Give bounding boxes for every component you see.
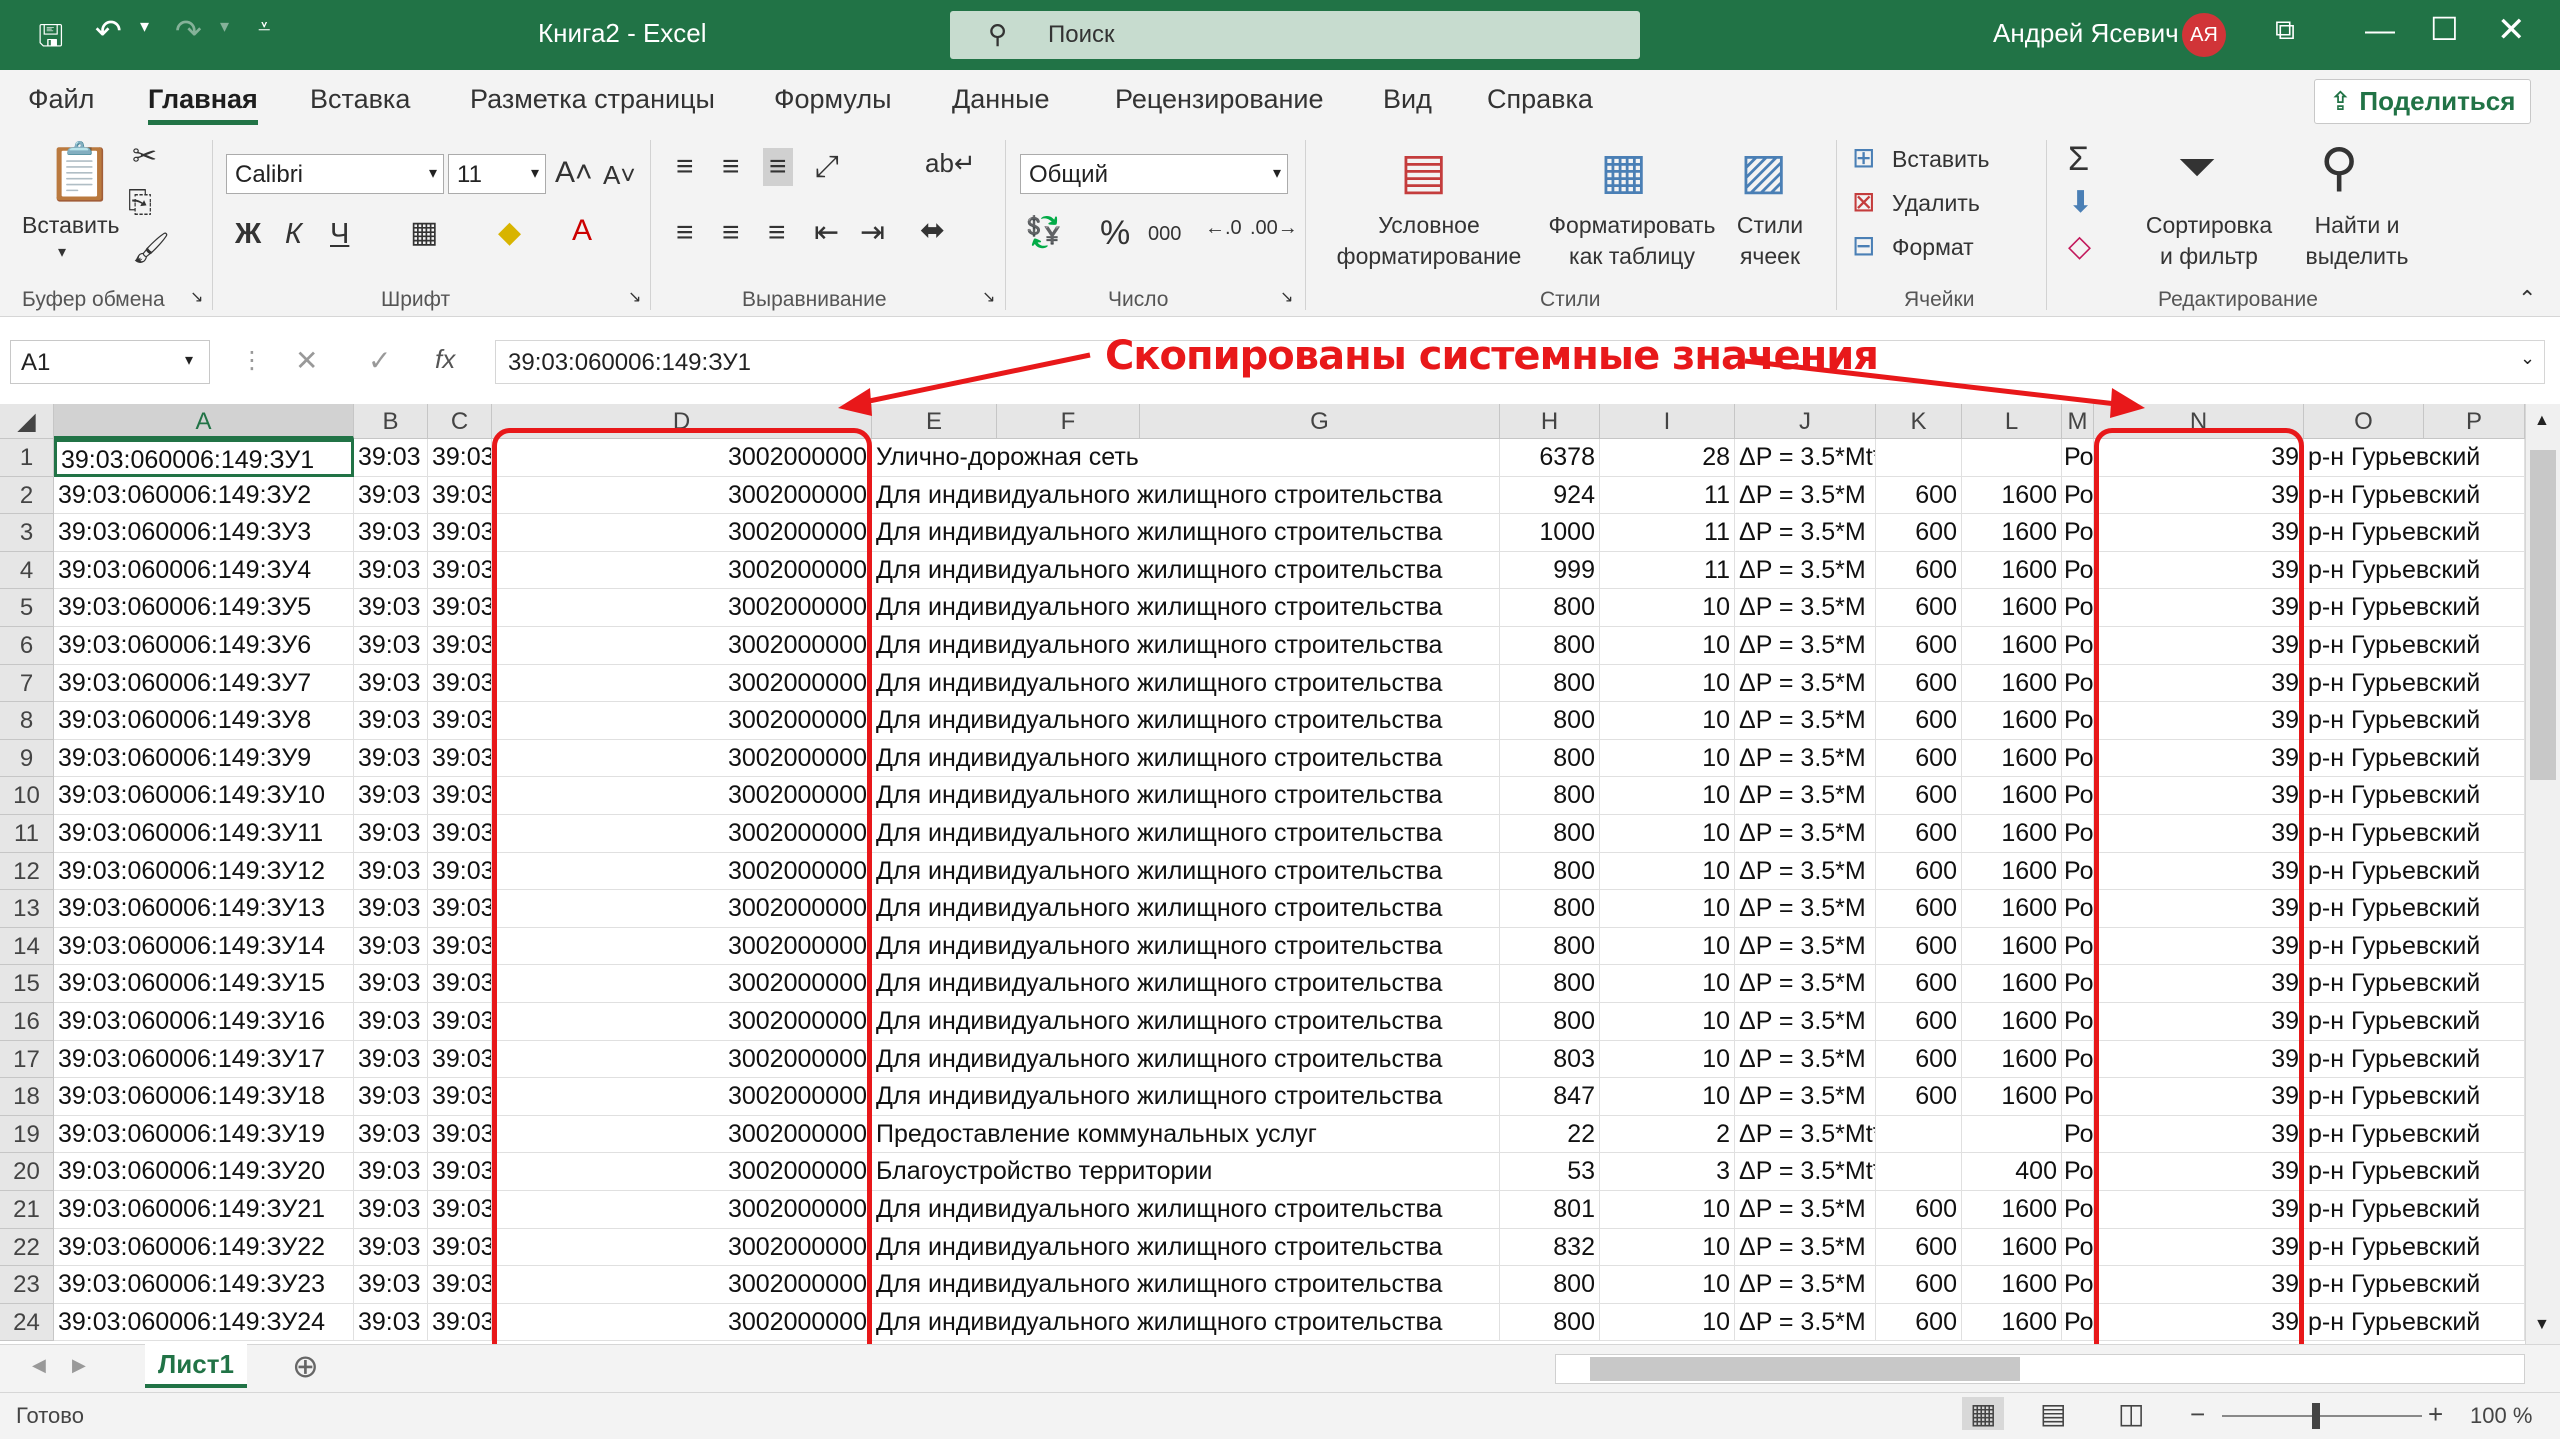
horizontal-scroll-thumb[interactable] [1590, 1357, 2020, 1381]
zoom-in-icon[interactable]: + [2428, 1399, 2443, 1430]
arrow-left-head [838, 388, 872, 416]
zoom-slider-track[interactable] [2222, 1415, 2422, 1417]
arrow-left-line [849, 352, 1091, 408]
status-ready: Готово [16, 1403, 84, 1428]
zoom-slider-thumb[interactable] [2312, 1403, 2320, 1429]
next-sheet-icon[interactable]: ▶ [72, 1355, 86, 1376]
add-sheet-icon[interactable]: ⊕ [292, 1347, 319, 1385]
annotation-arrows [838, 352, 2145, 418]
page-break-view-icon[interactable]: ◫ [2118, 1397, 2144, 1430]
page-layout-view-icon[interactable]: ▤ [2040, 1397, 2066, 1430]
annotation-text: Скопированы системные значения [1105, 333, 1879, 379]
prev-sheet-icon[interactable]: ◀ [32, 1355, 46, 1376]
zoom-out-icon[interactable]: − [2190, 1399, 2205, 1430]
normal-view-icon[interactable]: ▦ [1962, 1397, 2005, 1430]
arrow-right-head [2110, 388, 2145, 418]
status-bar: Готово ▦ ▤ ◫ − + 100 % [0, 1392, 2560, 1439]
zoom-level[interactable]: 100 % [2470, 1403, 2532, 1429]
sheet-tab-1[interactable]: Лист1 [145, 1344, 247, 1388]
